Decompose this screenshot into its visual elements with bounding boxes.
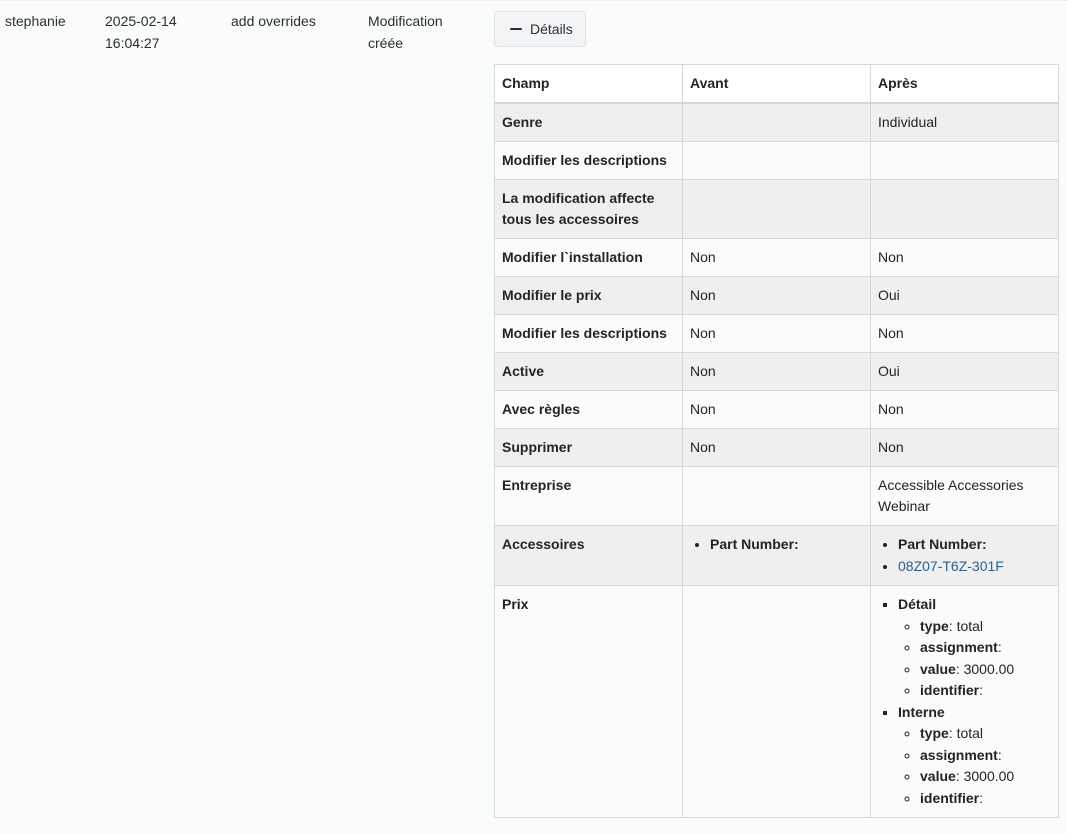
list-item: identifier:: [920, 788, 1051, 810]
list-item: Part Number:: [710, 534, 863, 556]
value-after: Individual: [870, 102, 1059, 142]
value-after: Part Number: 08Z07-T6Z-301F: [870, 525, 1059, 586]
table-row: Accessoires Part Number: Part Number: 08…: [494, 525, 1059, 586]
value-after: [870, 179, 1059, 239]
change-type-line2: créée: [368, 35, 404, 51]
price-groups: Détail type: total assignment: value: 30…: [878, 594, 1051, 809]
details-button-label: Détails: [530, 21, 573, 37]
value-before: Non: [682, 390, 871, 429]
value-before: [682, 179, 871, 239]
value-after: Non: [870, 428, 1059, 467]
list-item: value: 3000.00: [920, 766, 1051, 788]
action-name: add overrides: [231, 13, 316, 29]
value-after: Non: [870, 238, 1059, 277]
table-header-row: Champ Avant Après: [494, 64, 1059, 104]
part-number-link[interactable]: 08Z07-T6Z-301F: [898, 558, 1004, 574]
table-row: Genre Individual: [494, 102, 1059, 142]
table-row: Prix Détail type: total assignment: valu…: [494, 585, 1059, 818]
change-type: Modification créée: [368, 10, 478, 54]
value-after: Non: [870, 314, 1059, 353]
value-before: [682, 102, 871, 142]
table-row: Avec règles Non Non: [494, 390, 1059, 429]
price-attributes: type: total assignment: value: 3000.00 i…: [898, 723, 1051, 809]
price-attributes: type: total assignment: value: 3000.00 i…: [898, 616, 1051, 702]
field-name: Active: [494, 352, 683, 391]
list-item: type: total: [920, 723, 1051, 745]
field-name: La modification affecte tous les accesso…: [494, 179, 683, 239]
changes-table: Champ Avant Après Genre Individual Modif…: [494, 64, 1059, 818]
field-name: Prix: [494, 585, 683, 818]
value-before: Part Number:: [682, 525, 871, 586]
field-name: Entreprise: [494, 466, 683, 526]
value-before: [682, 141, 871, 180]
table-row: Supprimer Non Non: [494, 428, 1059, 467]
value-after: [870, 141, 1059, 180]
accessory-list-before: Part Number:: [690, 534, 863, 556]
table-row: Entreprise Accessible Accessories Webina…: [494, 466, 1059, 526]
table-row: La modification affecte tous les accesso…: [494, 179, 1059, 239]
table-row: Active Non Oui: [494, 352, 1059, 391]
value-before: Non: [682, 428, 871, 467]
header-apres: Après: [870, 64, 1059, 104]
field-name: Avec règles: [494, 390, 683, 429]
value-after: Accessible Accessories Webinar: [870, 466, 1059, 526]
history-row: stephanie 2025-02-14 16:04:27 add overri…: [0, 0, 1067, 834]
field-name: Modifier le prix: [494, 276, 683, 315]
list-item: identifier:: [920, 680, 1051, 702]
table-row: Modifier le prix Non Oui: [494, 276, 1059, 315]
table-row: Modifier les descriptions: [494, 141, 1059, 180]
value-before: Non: [682, 276, 871, 315]
value-before: [682, 585, 871, 818]
date: 2025-02-14: [105, 13, 177, 29]
list-item: assignment:: [920, 637, 1051, 659]
value-after: Oui: [870, 352, 1059, 391]
value-before: Non: [682, 314, 871, 353]
field-name: Supprimer: [494, 428, 683, 467]
field-name: Accessoires: [494, 525, 683, 586]
field-name: Modifier les descriptions: [494, 314, 683, 353]
table-row: Modifier l`installation Non Non: [494, 238, 1059, 277]
value-before: Non: [682, 238, 871, 277]
accessory-list-after: Part Number: 08Z07-T6Z-301F: [878, 534, 1051, 577]
value-before: Non: [682, 352, 871, 391]
timestamp: 2025-02-14 16:04:27: [105, 10, 215, 54]
value-before: [682, 466, 871, 526]
value-after: Détail type: total assignment: value: 30…: [870, 585, 1059, 818]
field-name: Modifier l`installation: [494, 238, 683, 277]
table-row: Modifier les descriptions Non Non: [494, 314, 1059, 353]
value-after: Oui: [870, 276, 1059, 315]
price-group: Interne type: total assignment: value: 3…: [898, 702, 1051, 810]
change-type-line1: Modification: [368, 13, 443, 29]
list-item: Part Number:: [898, 534, 1051, 556]
minus-icon: [510, 28, 522, 30]
header-champ: Champ: [494, 64, 683, 104]
value-after: Non: [870, 390, 1059, 429]
field-name: Genre: [494, 102, 683, 142]
price-group: Détail type: total assignment: value: 30…: [898, 594, 1051, 702]
details-toggle-button[interactable]: Détails: [494, 11, 586, 47]
user-name: stephanie: [5, 13, 66, 29]
list-item: 08Z07-T6Z-301F: [898, 556, 1051, 578]
list-item: type: total: [920, 616, 1051, 638]
field-name: Modifier les descriptions: [494, 141, 683, 180]
list-item: value: 3000.00: [920, 659, 1051, 681]
list-item: assignment:: [920, 745, 1051, 767]
time: 16:04:27: [105, 35, 160, 51]
header-avant: Avant: [682, 64, 871, 104]
